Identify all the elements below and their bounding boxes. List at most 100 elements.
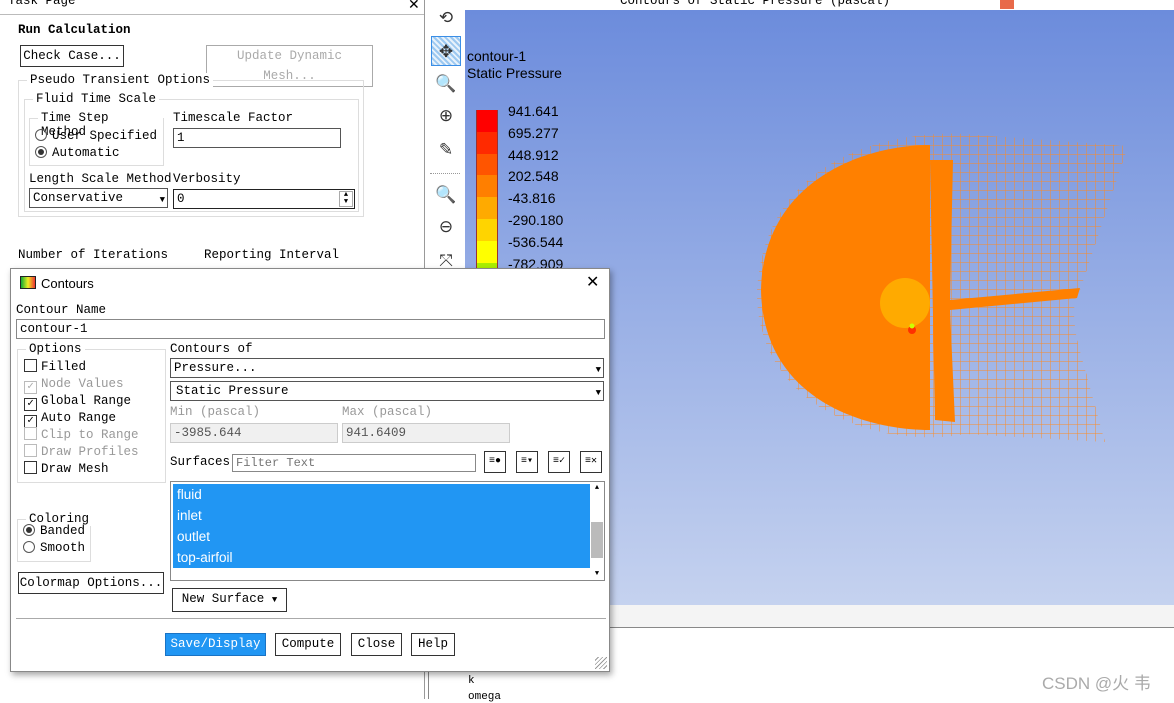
surfaces-list[interactable]: fluid inlet outlet top-airfoil ▲ ▼ (170, 481, 605, 581)
help-button[interactable]: Help (411, 633, 455, 656)
contour-name-label: Contour Name (16, 303, 107, 317)
checkbox-icon (24, 461, 37, 474)
divider (430, 173, 460, 174)
rotate-icon[interactable]: ⟲ (431, 3, 461, 33)
scroll-down-icon[interactable]: ▼ (591, 570, 603, 578)
pseudo-transient-group: Pseudo Transient Options Fluid Time Scal… (18, 73, 364, 217)
value: Static Pressure (176, 384, 289, 398)
probe-icon[interactable]: ✎ (431, 135, 461, 165)
airfoil-region (880, 278, 930, 328)
dialog-close-icon[interactable]: ✕ (586, 272, 599, 292)
select-all-icon[interactable]: ≡✓ (548, 451, 570, 473)
deselect-all-icon[interactable]: ≡✕ (580, 451, 602, 473)
pan-icon[interactable]: ✥ (431, 36, 461, 66)
surfaces-filter-input[interactable] (232, 454, 476, 472)
timescale-factor-input[interactable]: 1 (173, 128, 341, 148)
label: Banded (40, 524, 86, 538)
length-scale-method-select[interactable]: Conservative ▼ (29, 188, 168, 208)
radio-banded[interactable]: Banded (23, 523, 85, 540)
label: Draw Profiles (41, 445, 139, 459)
options-group: Options Filled ✓ Node Values ✓ Global Range ✓… (17, 342, 166, 483)
group-label: Options (26, 342, 85, 356)
radio-icon (35, 129, 47, 141)
graphics-window-title: Contours of Static Pressure (pascal) (620, 0, 891, 8)
compute-button[interactable]: Compute (275, 633, 341, 656)
label: Auto Range (41, 411, 117, 425)
label: Global Range (41, 394, 132, 408)
time-step-method-group: Time Step Method User Specified Automati… (29, 111, 164, 166)
label: New Surface (181, 592, 265, 606)
option-draw-profiles: Draw Profiles (24, 444, 139, 461)
colormap-options-button[interactable]: Colormap Options... (18, 572, 164, 594)
graphics-close-icon[interactable] (1000, 0, 1014, 9)
section-title: Run Calculation (18, 23, 131, 37)
label: Smooth (40, 541, 86, 555)
option-filled[interactable]: Filled (24, 359, 86, 376)
option-node-values: ✓ Node Values (24, 376, 124, 394)
low-pressure-point (909, 323, 915, 329)
label: Draw Mesh (41, 462, 109, 476)
verbosity-label: Verbosity (173, 172, 241, 186)
value: Pressure... (174, 361, 257, 375)
iterations-label: Number of Iterations (18, 248, 169, 262)
label: Automatic (52, 146, 120, 160)
label: Filled (41, 360, 87, 374)
close-button[interactable]: Close (351, 633, 402, 656)
dialog-title: Contours (41, 276, 94, 291)
check-case-button[interactable]: Check Case... (20, 45, 124, 67)
label: Clip to Range (41, 428, 139, 442)
console-line: omega (468, 691, 502, 703)
scrollbar[interactable]: ▲ ▼ (591, 484, 603, 578)
divider (16, 618, 606, 619)
value: 0 (177, 192, 185, 206)
verbosity-input[interactable]: 0 ▲ ▼ (173, 189, 355, 209)
chevron-down-icon: ▼ (595, 388, 601, 398)
length-scale-method-label: Length Scale Method (29, 172, 172, 186)
min-value-field: -3985.644 (170, 423, 338, 443)
group-label: Pseudo Transient Options (27, 73, 214, 87)
radio-icon (23, 524, 35, 536)
coloring-group: Coloring Banded Smooth (17, 512, 93, 562)
surface-list-item[interactable]: top-airfoil (173, 547, 590, 568)
task-page-close-icon[interactable]: ✕ (408, 0, 420, 13)
checkbox-icon (24, 427, 37, 440)
contours-dialog: Contours ✕ Contour Name contour-1 Option… (10, 268, 610, 672)
option-draw-mesh[interactable]: Draw Mesh (24, 461, 109, 478)
radio-icon (23, 541, 35, 553)
radio-user-specified[interactable]: User Specified (35, 128, 157, 145)
select-surfaces-icon[interactable]: ≡● (484, 451, 506, 473)
zoom-box-icon[interactable]: 🔍 (431, 180, 461, 210)
save-display-button[interactable]: Save/Display (165, 633, 266, 656)
option-global-range[interactable]: ✓ Global Range (24, 393, 131, 411)
surfaces-label: Surfaces (170, 455, 231, 469)
reporting-interval-label: Reporting Interval (204, 248, 340, 262)
resize-grip[interactable] (595, 657, 607, 669)
zoom-in-icon[interactable]: ⊕ (431, 101, 461, 131)
radio-automatic[interactable]: Automatic (35, 145, 120, 162)
checkbox-icon (24, 359, 37, 372)
contour-name-input[interactable]: contour-1 (16, 319, 605, 339)
divider (0, 14, 424, 15)
group-surfaces-icon[interactable]: ≡▾ (516, 451, 538, 473)
contours-sub-select[interactable]: Static Pressure ▼ (170, 381, 604, 401)
label: User Specified (52, 129, 158, 143)
scrollbar-thumb[interactable] (591, 522, 603, 558)
zoom-out-icon[interactable]: ⊖ (431, 212, 461, 242)
contours-of-select[interactable]: Pressure... ▼ (170, 358, 604, 378)
zoom-fit-icon[interactable]: 🔍 (431, 69, 461, 99)
option-auto-range[interactable]: ✓ Auto Range (24, 410, 116, 428)
chevron-down-icon: ▼ (159, 195, 165, 205)
chevron-down-icon: ▼ (595, 365, 601, 375)
value: Conservative (33, 191, 124, 205)
graphics-title-bar: Contours of Static Pressure (pascal) (465, 0, 1174, 10)
radio-smooth[interactable]: Smooth (23, 540, 85, 557)
surface-list-item[interactable]: outlet (173, 526, 590, 547)
scroll-up-icon[interactable]: ▲ (591, 484, 603, 492)
spinner-icon[interactable]: ▲ ▼ (339, 191, 353, 207)
surface-list-item[interactable]: inlet (173, 505, 590, 526)
max-value-field: 941.6409 (342, 423, 510, 443)
task-page-title: Task Page (8, 0, 76, 8)
surface-list-item[interactable]: fluid (173, 484, 590, 505)
fluid-time-scale-group: Fluid Time Scale Time Step Method User S… (24, 92, 359, 212)
new-surface-button[interactable]: New Surface ▼ (172, 588, 287, 612)
